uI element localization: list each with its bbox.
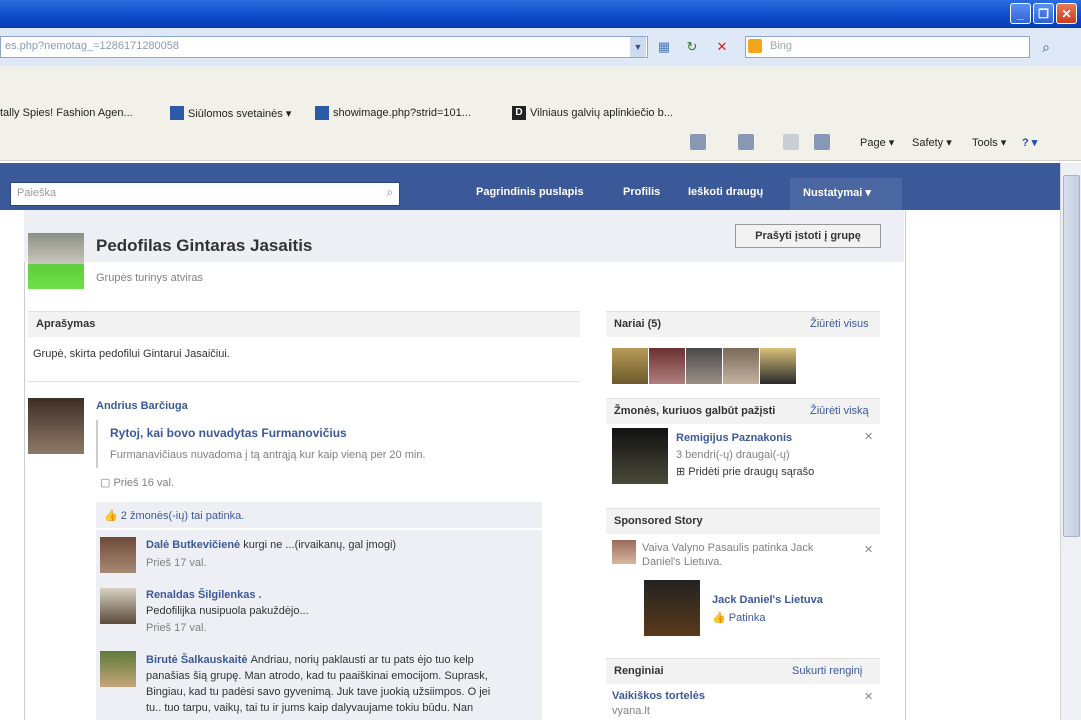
member-thumbnail[interactable] [649,348,685,384]
home-icon[interactable] [690,134,706,150]
nav-home-link[interactable]: Pagrindinis puslapis [476,186,584,198]
favorites-bar: tally Spies! Fashion Agen... Siūlomos sv… [0,66,1081,126]
member-thumbnail[interactable] [760,348,796,384]
sponsor-avatar[interactable] [612,540,636,564]
add-friend-icon: ⊞ [676,466,689,478]
attachment-description: Furmanavičiaus nuvadoma į tą antrąją kur… [110,449,426,461]
create-event-link[interactable]: Sukurti renginį [792,665,862,677]
address-row: es.php?nemotag_=1286171280058 ▼ ▦ ↻ ✕ Bi… [0,28,1081,67]
sponsored-heading: Sponsored Story [606,508,880,534]
favorite-d-icon: D [512,106,526,120]
member-thumbnail[interactable] [686,348,722,384]
command-bar: Page ▾ Safety ▾ Tools ▾ ? ▾ [0,126,1081,161]
search-icon[interactable]: ⌕ [1037,38,1055,56]
member-thumbnail[interactable] [723,348,759,384]
compatibility-icon[interactable]: ▦ [655,38,673,56]
comment-text-line: panašias šią grupę. Man atrodo, kad tu p… [146,670,488,682]
browser-search-input[interactable]: Bing [745,36,1030,58]
member-thumbnail[interactable] [612,348,648,384]
comment-time: Prieš 17 val. [146,557,207,569]
event-subtitle: vyana.lt [612,705,650,717]
tools-menu[interactable]: Tools ▾ [972,136,1006,149]
sponsored-page-name[interactable]: Jack Daniel's Lietuva [712,594,823,606]
dismiss-icon[interactable]: ✕ [864,690,873,703]
sponsored-text: Vaiva Valyno Pasaulis patinka Jack [642,542,814,554]
comment-author: Dalė Butkevičienė kurgi ne ...(irvaikanų… [146,539,397,551]
attachment-title[interactable]: Rytoj, kai bovo nuvadytas Furmanovičius [110,426,347,440]
print-icon[interactable] [814,134,830,150]
nav-settings-menu[interactable]: Nustatymai ▾ [803,186,871,199]
comment-text-line: Bingiau, kad tu padėsi savo gyvenimą. Ju… [146,686,491,698]
sponsored-like-link[interactable]: 👍 Patinka [712,611,765,624]
favorite-item[interactable]: D Vilniaus galvių aplinkiečio b... [512,104,673,122]
thumbs-up-icon: 👍 [104,510,121,522]
divider [28,381,580,382]
dismiss-icon[interactable]: ✕ [864,543,873,556]
sponsored-text-line2: Daniel's Lietuva. [642,556,723,568]
help-menu[interactable]: ? ▾ [1022,136,1037,149]
commenter-avatar[interactable] [100,588,136,624]
minimize-button[interactable]: _ [1010,3,1031,24]
comment-text-line: tu.. tuo tarpu, vaikų, tai tu ir jums ka… [146,702,474,714]
comment-time: Prieš 17 val. [146,622,207,634]
group-title[interactable]: Pedofilas Gintaras Jasaitis [96,236,312,256]
post-author-avatar[interactable] [28,398,84,454]
restore-button[interactable]: ❐ [1033,3,1054,24]
feeds-icon[interactable] [738,134,754,150]
favorite-item[interactable]: tally Spies! Fashion Agen... [0,104,133,122]
window-controls: _ ❐ ✕ [1010,3,1077,24]
safety-menu[interactable]: Safety ▾ [912,136,952,149]
post-timestamp: ▢ Prieš 16 val. [100,477,174,489]
post-author-name[interactable]: Andrius Barčiuga [96,400,188,412]
favorite-item[interactable]: Siūlomos svetainės ▾ [170,104,291,122]
thumbs-up-icon: 👍 [712,612,729,624]
about-heading: Aprašymas [28,311,580,337]
group-photo[interactable] [28,233,84,289]
stop-icon[interactable]: ✕ [713,38,731,56]
address-bar[interactable]: es.php?nemotag_=1286171280058 [0,36,648,58]
about-text: Grupė, skirta pedofilui Gintarui Jasaiči… [33,348,230,360]
members-see-all-link[interactable]: Žiūrėti visus [810,318,869,330]
nav-find-friends-link[interactable]: Ieškoti draugų [688,186,763,198]
group-subtitle: Grupės turinys atviras [96,272,203,284]
page-menu[interactable]: Page ▾ [860,136,894,149]
comment-author: Birutė Šalkauskaitė Andriau, norių pakla… [146,654,474,666]
dismiss-icon[interactable]: ✕ [864,430,873,443]
favorite-page-icon [170,106,184,120]
add-friend-link[interactable]: ⊞ Pridėti prie draugų sąrašo [676,465,814,478]
favorite-item[interactable]: showimage.php?strid=101... [315,104,471,122]
window-title-bar: _ ❐ ✕ [0,0,1081,28]
suggested-person-name[interactable]: Remigijus Paznakonis [676,432,792,444]
scrollbar-thumb[interactable] [1063,175,1080,537]
comment-text: Pedofilijka nusipuola pakuždėjo... [146,605,309,617]
favorite-page-icon [315,106,329,120]
mutual-friends[interactable]: 3 bendri(-ų) draugai(-ų) [676,449,790,461]
suggested-person-avatar[interactable] [612,428,668,484]
refresh-icon[interactable]: ↻ [683,38,701,56]
mail-icon[interactable] [783,134,799,150]
note-icon: ▢ [100,477,114,489]
address-dropdown-icon[interactable]: ▼ [630,37,646,57]
nav-profile-link[interactable]: Profilis [623,186,660,198]
bing-logo-icon [748,39,762,53]
join-group-button[interactable]: Prašyti įstoti į grupę [735,224,881,248]
people-see-all-link[interactable]: Žiūrėti viską [810,405,869,417]
close-button[interactable]: ✕ [1056,3,1077,24]
likes-summary[interactable]: 👍 2 žmonės(-ių) tai patinka. [104,509,244,522]
comment-author[interactable]: Renaldas Šilgilenkas . [146,589,262,601]
commenter-avatar[interactable] [100,651,136,687]
sponsored-page-image[interactable] [644,580,700,636]
facebook-search-input[interactable]: Paieška [10,182,400,206]
event-name[interactable]: Vaikiškos tortelės [612,690,705,702]
search-icon[interactable]: ⌕ [382,185,398,201]
commenter-avatar[interactable] [100,537,136,573]
